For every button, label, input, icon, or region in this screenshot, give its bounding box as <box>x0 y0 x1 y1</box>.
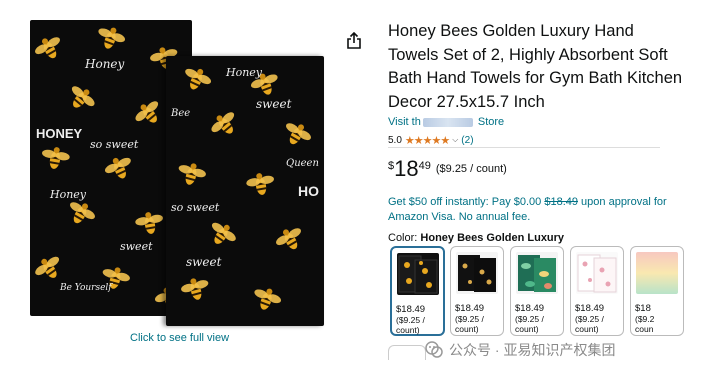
pattern-text-honey: Honey <box>84 57 125 71</box>
option-price: $18.49 <box>575 303 605 314</box>
swatch-thumbnail-black-gold <box>397 253 439 295</box>
product-title: Honey Bees Golden Luxury Hand Towels Set… <box>388 22 683 111</box>
option-unit-price-line-1: ($9.2 <box>635 314 655 324</box>
option-price: $18 <box>635 303 651 314</box>
option-unit-price-line-2: coun <box>635 324 654 334</box>
price-fraction: 49 <box>418 160 431 172</box>
option-price: $18.49 <box>455 303 485 314</box>
option-unit-price-line-1: ($9.25 / <box>515 314 544 324</box>
color-label: Color: Honey Bees Golden Luxury <box>388 232 564 244</box>
price-block: $ 18 49 ($9.25 / count) <box>388 157 507 181</box>
promo-struck-price[interactable]: $18.49 <box>544 196 578 208</box>
pattern-text-sweet: sweet <box>120 240 153 253</box>
watermark-text: 公众号 · 亚易知识产权集团 <box>449 342 616 358</box>
option-price: $18.49 <box>396 304 426 315</box>
credit-card-promo[interactable]: Get $50 off instantly: Pay $0.00 $18.49 … <box>388 195 678 225</box>
pattern-text-honey-caps: HONEY <box>36 126 83 141</box>
pattern-text-honey-front: Honey <box>225 66 263 79</box>
color-swatches: $18.49 ($9.25 /count) $18.49 ($9.25 /cou… <box>390 246 726 336</box>
store-link[interactable]: Visit th Store <box>388 116 688 130</box>
store-link-prefix[interactable]: Visit th <box>388 116 421 128</box>
divider <box>388 147 660 148</box>
option-unit-price: ($9.25 /count) <box>575 314 604 334</box>
redacted-store-name <box>422 117 473 127</box>
store-link-suffix[interactable]: Store <box>478 116 504 128</box>
pattern-text-queen-front: Queen <box>286 158 319 169</box>
option-unit-price-line-2: count) <box>396 325 420 335</box>
product-info: Honey Bees Golden Luxury Hand Towels Set… <box>388 20 688 147</box>
share-icon[interactable] <box>346 31 362 50</box>
option-unit-price: ($9.2 coun <box>635 314 654 334</box>
swatch-thumbnail-pastel <box>636 252 678 294</box>
option-unit-price-line-2: count) <box>515 324 539 334</box>
pattern-text-sweet-front-2: sweet <box>186 255 222 269</box>
bee-pattern-front: Honey sweet Bee Queen so sweet HO sweet <box>170 63 319 315</box>
color-label-prefix: Color: <box>388 232 418 244</box>
pattern-text-so-sweet: so sweet <box>90 138 139 151</box>
color-option-4[interactable]: $18.49 ($9.25 /count) <box>570 246 624 336</box>
product-image-front-towel[interactable]: Honey sweet Bee Queen so sweet HO sweet <box>166 56 324 326</box>
price-per-unit: ($9.25 / count) <box>435 163 507 175</box>
color-option-2[interactable]: $18.49 ($9.25 /count) <box>450 246 504 336</box>
see-full-view-link[interactable]: Click to see full view <box>130 332 229 344</box>
image-gallery: Honey so sweet HONEY Honey sweet Be Your… <box>0 0 372 378</box>
review-count-link[interactable]: (2) <box>461 135 473 146</box>
pattern-text-bee-front: Bee <box>170 108 190 119</box>
option-unit-price-line-2: count) <box>575 324 599 334</box>
color-option-1[interactable]: $18.49 ($9.25 /count) <box>390 246 445 336</box>
price-whole: 18 <box>394 156 419 181</box>
option-unit-price-line-1: ($9.25 / <box>455 314 484 324</box>
option-unit-price: ($9.25 /count) <box>396 315 425 335</box>
swatch-thumbnail-green-leaves <box>516 252 558 294</box>
wechat-icon <box>424 340 444 360</box>
chevron-down-icon[interactable]: ⌵ <box>452 135 458 145</box>
swatch-thumbnail-black-bees <box>456 252 498 294</box>
color-option-5[interactable]: $18 ($9.2 coun <box>630 246 684 336</box>
promo-text-before[interactable]: Get $50 off instantly: Pay $0.00 <box>388 196 544 208</box>
option-unit-price-line-1: ($9.25 / <box>575 314 604 324</box>
color-selected-name: Honey Bees Golden Luxury <box>420 232 565 244</box>
swatch-thumbnail-white-pink <box>576 252 618 294</box>
bee-shapes-front <box>175 63 315 315</box>
option-unit-price: ($9.25 /count) <box>515 314 544 334</box>
star-rating-icon[interactable]: ★★★★★ <box>405 134 450 147</box>
watermark: 公众号 · 亚易知识产权集团 <box>424 340 615 360</box>
more-options-box[interactable] <box>388 345 426 360</box>
pattern-text-sweet-front: sweet <box>256 97 292 111</box>
pattern-text-ho: HO <box>298 183 319 199</box>
rating-row: 5.0 ★★★★★ ⌵ (2) <box>388 133 688 147</box>
option-unit-price-line-1: ($9.25 / <box>396 315 425 325</box>
rating-value: 5.0 <box>388 134 402 146</box>
option-price: $18.49 <box>515 303 545 314</box>
pattern-text-bee-yourself: Be Yourself <box>59 283 113 293</box>
option-unit-price: ($9.25 /count) <box>455 314 484 334</box>
color-option-3[interactable]: $18.49 ($9.25 /count) <box>510 246 564 336</box>
option-unit-price-line-2: count) <box>455 324 479 334</box>
pattern-text-so-sweet-front: so sweet <box>171 201 220 214</box>
pattern-text-honey-2: Honey <box>49 188 87 201</box>
